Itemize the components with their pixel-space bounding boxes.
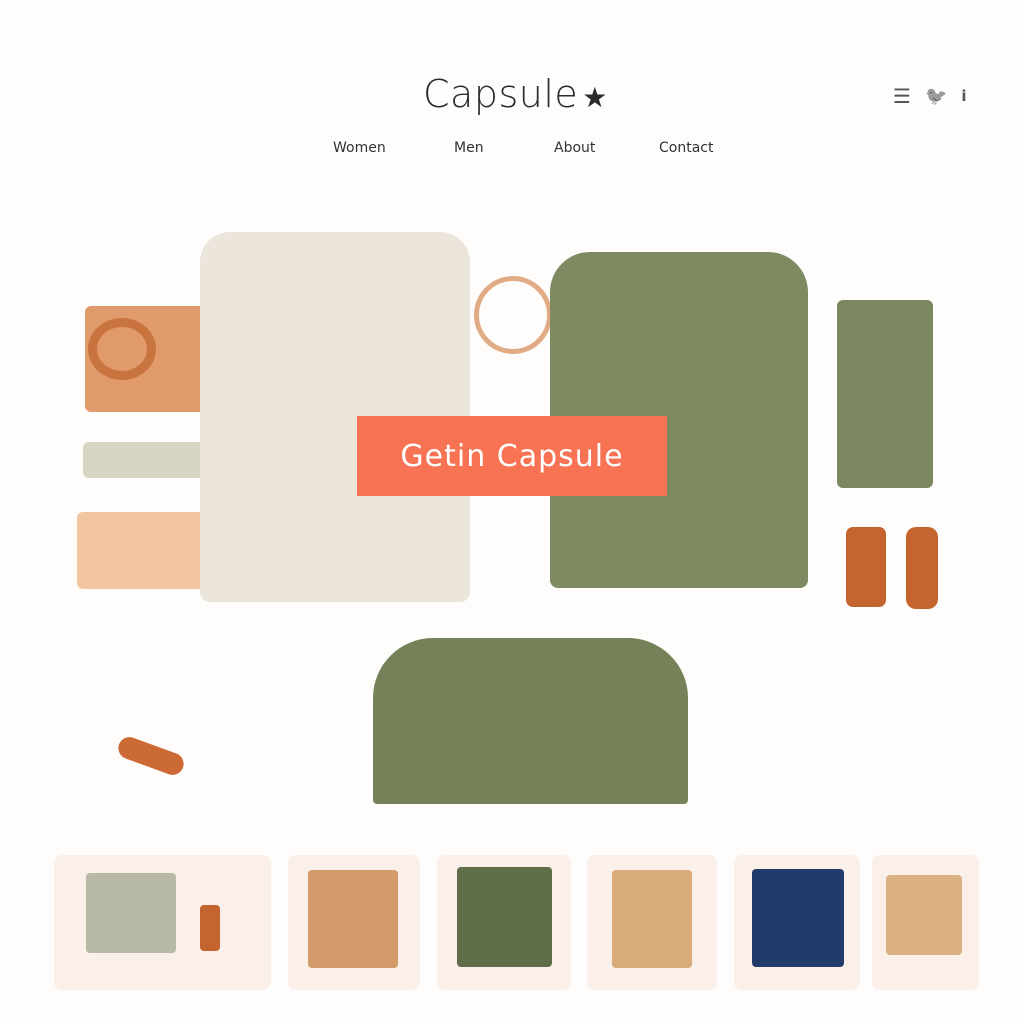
phone-case-image bbox=[846, 527, 886, 607]
nav-men[interactable]: Men bbox=[454, 140, 484, 156]
logo[interactable]: Capsule ★ bbox=[423, 72, 608, 116]
product-image bbox=[612, 870, 692, 968]
info-icon[interactable]: i bbox=[961, 87, 966, 105]
menu-icon[interactable]: ☰ bbox=[893, 84, 911, 108]
nav-about[interactable]: About bbox=[554, 140, 595, 156]
bracelet-image bbox=[474, 276, 552, 354]
product-card[interactable] bbox=[437, 855, 571, 990]
product-card[interactable] bbox=[288, 855, 420, 990]
logo-text: Capsule bbox=[423, 72, 579, 116]
product-card[interactable] bbox=[587, 855, 717, 990]
product-card[interactable] bbox=[54, 855, 271, 990]
product-image bbox=[86, 873, 176, 953]
product-image bbox=[886, 875, 962, 955]
product-card[interactable] bbox=[734, 855, 860, 990]
buttons-card-image bbox=[83, 442, 215, 478]
twitter-icon[interactable]: 🐦 bbox=[925, 86, 947, 107]
product-card[interactable] bbox=[872, 855, 979, 990]
header-icons: ☰ 🐦 i bbox=[893, 84, 967, 108]
jacket-image bbox=[373, 638, 688, 804]
shoe-image bbox=[906, 527, 938, 609]
star-icon: ★ bbox=[582, 81, 608, 114]
belt-image bbox=[88, 318, 156, 380]
nav-contact[interactable]: Contact bbox=[659, 140, 713, 156]
product-image bbox=[200, 905, 220, 951]
get-in-capsule-button[interactable]: Getin Capsule bbox=[357, 416, 667, 496]
flat-shoe-image bbox=[115, 734, 187, 778]
trousers-image bbox=[837, 300, 933, 488]
product-image bbox=[752, 869, 844, 967]
product-image bbox=[457, 867, 552, 967]
nav-women[interactable]: Women bbox=[333, 140, 386, 156]
product-image bbox=[308, 870, 398, 968]
